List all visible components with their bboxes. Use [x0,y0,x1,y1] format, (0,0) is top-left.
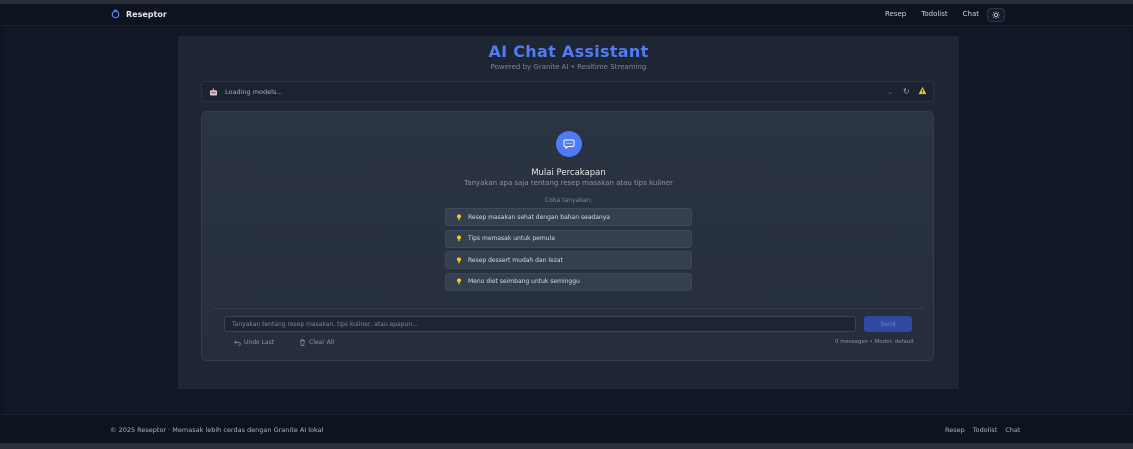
nav-link-todolist[interactable]: Todolist [921,7,947,22]
trash-icon [300,339,305,346]
welcome-subtitle: Tanyakan apa saja tentang resep masakan … [464,179,673,187]
lightbulb-icon [456,256,462,263]
chat-input[interactable] [224,316,856,332]
top-navbar: Reseptor Resep Todolist Chat [0,4,1133,26]
theme-toggle-button[interactable] [987,7,1006,22]
chef-hat-icon [111,9,120,19]
suggestions-label: Coba tanyakan: [544,197,593,204]
brand-logo[interactable]: Reseptor [111,9,167,19]
refresh-icon[interactable]: ↻ [903,87,910,96]
footer-link-todolist[interactable]: Todolist [973,426,998,434]
suggestion-button[interactable]: Menu diet seimbang untuk seminggu [445,272,692,291]
suggestion-text: Resep dessert mudah dan lezat [468,256,563,264]
chat-page-container: AI Chat Assistant Powered by Granite AI … [178,36,959,389]
undo-label: Undo Last [244,339,275,346]
page-footer: © 2025 Reseptor · Memasak lebih cerdas d… [0,414,1133,443]
page-subtitle: Powered by Granite AI • Realtime Streami… [490,63,647,71]
suggestion-list: Resep masakan sehat dengan bahan seadany… [445,208,692,294]
nav-link-resep[interactable]: Resep [885,7,906,22]
chat-window: Mulai Percakapan Tanyakan apa saja tenta… [201,111,934,361]
footer-link-resep[interactable]: Resep [945,426,965,434]
suggestion-text: Menu diet seimbang untuk seminggu [468,278,580,285]
undo-icon [234,340,241,346]
nav-links: Resep Todolist Chat [885,7,1006,22]
clear-all-button[interactable]: Clear All [299,339,334,346]
suggestion-button[interactable]: Resep dessert mudah dan lezat [445,251,692,269]
robot-icon [209,88,218,96]
window-bottom-border [0,443,1133,449]
suggestion-button[interactable]: Tips memasak untuk pemula [445,229,692,248]
sun-icon [992,10,1000,19]
suggestion-text: Resep masakan sehat dengan bahan seadany… [468,213,610,221]
model-selector[interactable]: Loading models... ⌄ ↻ [201,81,934,102]
footer-links: Resep Todolist Chat [945,426,1020,434]
clear-label: Clear All [309,339,335,346]
send-button[interactable]: Send [864,316,912,332]
suggestion-button[interactable]: Resep masakan sehat dengan bahan seadany… [445,208,692,226]
chat-avatar [550,131,588,157]
undo-last-button[interactable]: Undo Last [234,339,274,346]
brand-name: Reseptor [126,9,167,19]
warning-icon [918,86,927,95]
footer-copyright: © 2025 Reseptor · Memasak lebih cerdas d… [110,426,324,434]
lightbulb-icon [456,235,462,242]
model-selector-value: Loading models... [225,88,283,96]
suggestion-text: Tips memasak untuk pemula [468,235,555,242]
footer-link-chat[interactable]: Chat [1005,426,1020,434]
message-composer: Send Undo Last Clear All 0 messages • Mo… [213,308,924,353]
conversation-meta: 0 messages • Model: default [834,339,914,345]
nav-link-chat[interactable]: Chat [963,7,979,22]
welcome-title: Mulai Percakapan [531,168,606,178]
chevron-down-icon[interactable]: ⌄ [887,88,893,96]
chat-bubble-icon [563,139,575,149]
lightbulb-icon [456,278,462,285]
page-title: AI Chat Assistant [488,42,649,61]
lightbulb-icon [456,213,462,220]
